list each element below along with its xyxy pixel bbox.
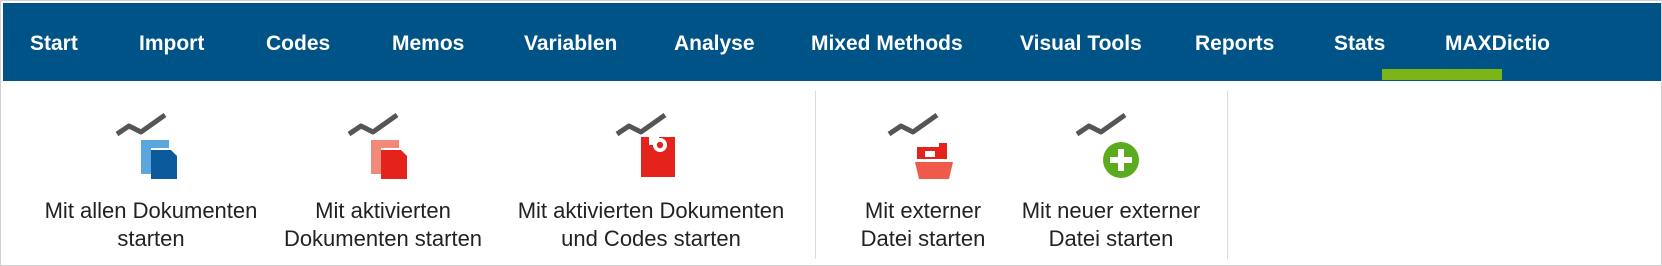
tab-mixed-methods[interactable]: Mixed Methods [811,3,963,81]
start-with-external-file-button[interactable]: Mit externer Datei starten [823,89,1023,259]
tab-reports[interactable]: Reports [1195,3,1274,81]
button-label: Mit allen Dokumenten starten [44,198,258,251]
chart-with-activated-documents-icon [347,112,407,179]
chart-with-documents-icon [115,112,177,179]
tab-stats[interactable]: Stats [1334,3,1385,81]
window-frame: Start Import Codes Memos Variablen Analy… [0,0,1662,266]
start-with-new-external-file-button[interactable]: Mit neuer externer Datei starten [1011,89,1211,259]
chart-with-add-icon [1075,112,1139,178]
chart-with-documents-and-codes-icon [615,112,675,177]
start-with-activated-documents-and-codes-button[interactable]: Mit aktivierten Dokumenten und Codes sta… [481,89,821,259]
tab-import[interactable]: Import [139,3,204,81]
group-separator [815,91,816,259]
tab-memos[interactable]: Memos [392,3,464,81]
button-label: Mit neuer externer Datei starten [1021,198,1201,251]
start-with-all-documents-button[interactable]: Mit allen Dokumenten starten [21,89,281,259]
button-label: Mit externer Datei starten [860,198,986,251]
start-with-activated-documents-button[interactable]: Mit aktivierten Dokumenten starten [263,89,503,259]
button-label: Mit aktivierten Dokumenten starten [283,198,483,251]
group-separator [1227,91,1228,259]
tab-analyse[interactable]: Analyse [674,3,755,81]
button-label: Mit aktivierten Dokumenten und Codes sta… [517,198,785,251]
menu-bar: Start Import Codes Memos Variablen Analy… [3,3,1661,81]
tab-variablen[interactable]: Variablen [524,3,617,81]
chart-with-folder-icon [887,112,953,179]
tab-start[interactable]: Start [30,3,78,81]
active-tab-indicator [1382,69,1502,80]
tab-visual-tools[interactable]: Visual Tools [1020,3,1142,81]
tab-codes[interactable]: Codes [266,3,330,81]
